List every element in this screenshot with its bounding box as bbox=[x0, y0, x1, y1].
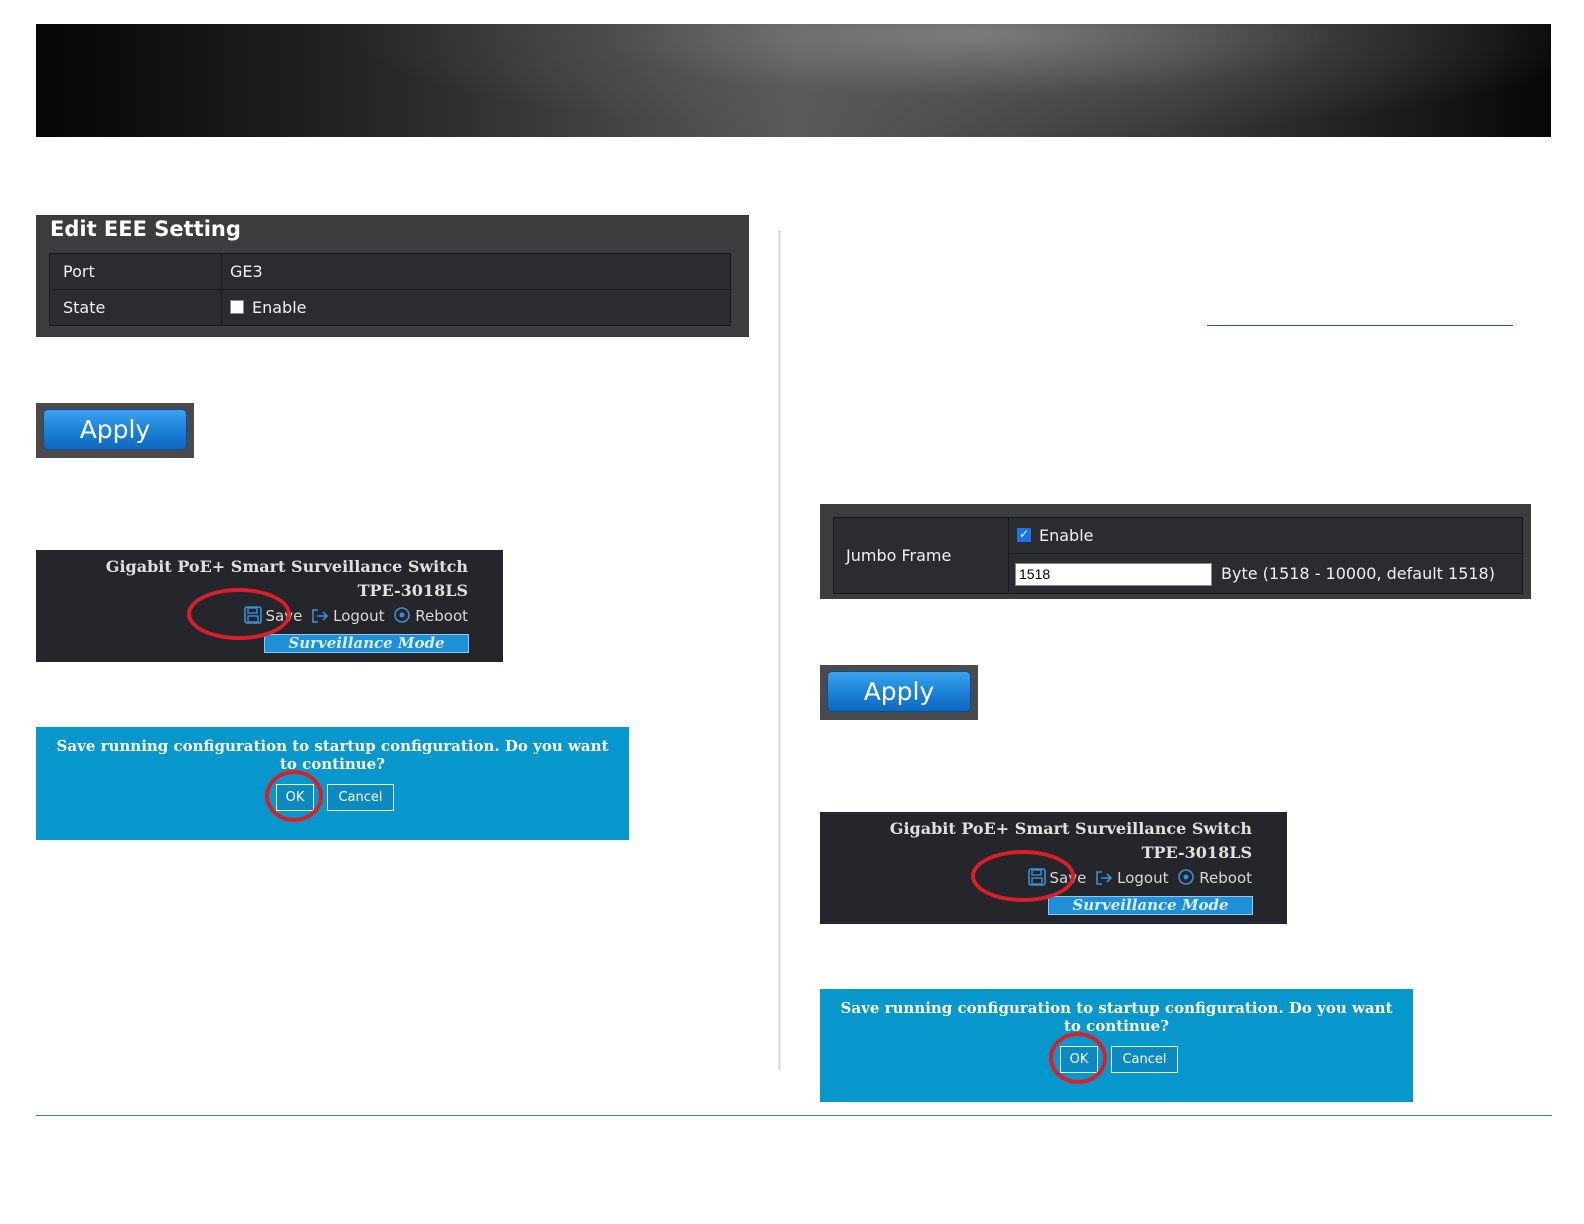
jumbo-enable-checkbox[interactable] bbox=[1017, 526, 1031, 542]
switch-model: TPE-3018LS bbox=[1141, 843, 1252, 862]
switch-model: TPE-3018LS bbox=[357, 581, 468, 600]
jumbo-size-hint: Byte (1518 - 10000, default 1518) bbox=[1221, 564, 1495, 583]
reboot-link[interactable]: Reboot bbox=[415, 607, 468, 625]
column-divider bbox=[778, 230, 781, 1070]
save-highlight-ring bbox=[971, 850, 1075, 902]
save-confirm-dialog-right: Save running configuration to startup co… bbox=[820, 989, 1413, 1102]
reboot-icon[interactable] bbox=[393, 606, 411, 628]
surveillance-mode-badge[interactable]: Surveillance Mode bbox=[264, 634, 469, 653]
logout-link[interactable]: Logout bbox=[333, 607, 384, 625]
state-enable-checkbox[interactable] bbox=[230, 300, 244, 314]
logout-link[interactable]: Logout bbox=[1117, 869, 1168, 887]
state-value: Enable bbox=[222, 290, 730, 325]
link-underline[interactable] bbox=[1207, 325, 1513, 326]
apply-button[interactable]: Apply bbox=[43, 409, 187, 450]
surveillance-mode-badge[interactable]: Surveillance Mode bbox=[1048, 896, 1253, 915]
jumbo-frame-label: Jumbo Frame bbox=[834, 518, 1009, 593]
logout-icon[interactable] bbox=[1095, 870, 1113, 890]
cancel-button[interactable]: Cancel bbox=[1111, 1046, 1178, 1073]
jumbo-enable-label: Enable bbox=[1039, 526, 1094, 545]
cancel-button[interactable]: Cancel bbox=[327, 784, 394, 811]
switch-title: Gigabit PoE+ Smart Surveillance Switch bbox=[889, 819, 1252, 838]
jumbo-frame-table: Jumbo Frame Enable 1518 Byte (1518 - 1000… bbox=[833, 517, 1523, 594]
logout-icon[interactable] bbox=[311, 608, 329, 628]
dialog-message: Save running configuration to startup co… bbox=[56, 737, 609, 773]
switch-header-left: Gigabit PoE+ Smart Surveillance Switch T… bbox=[36, 550, 503, 662]
reboot-icon[interactable] bbox=[1177, 868, 1195, 890]
eee-state-row: State Enable bbox=[50, 290, 730, 325]
state-enable-label: Enable bbox=[252, 298, 307, 317]
apply-button-frame-left: Apply bbox=[36, 403, 194, 458]
eee-panel-title: Edit EEE Setting bbox=[50, 217, 241, 241]
state-label: State bbox=[50, 290, 222, 325]
apply-button[interactable]: Apply bbox=[827, 671, 971, 712]
footer-divider bbox=[36, 1115, 1552, 1116]
save-highlight-ring bbox=[187, 588, 291, 640]
reboot-link[interactable]: Reboot bbox=[1199, 869, 1252, 887]
jumbo-enable-row: Enable bbox=[1009, 518, 1522, 554]
port-label: Port bbox=[50, 254, 222, 289]
ok-highlight-ring bbox=[265, 770, 323, 822]
jumbo-size-row: 1518 Byte (1518 - 10000, default 1518) bbox=[1009, 554, 1522, 593]
header-banner bbox=[36, 24, 1551, 137]
save-confirm-dialog-left: Save running configuration to startup co… bbox=[36, 727, 629, 840]
ok-highlight-ring bbox=[1049, 1032, 1107, 1084]
dialog-message: Save running configuration to startup co… bbox=[840, 999, 1393, 1035]
eee-setting-table: Port GE3 State Enable bbox=[49, 253, 731, 326]
apply-button-frame-right: Apply bbox=[820, 665, 978, 720]
port-value: GE3 bbox=[230, 262, 263, 281]
switch-header-right: Gigabit PoE+ Smart Surveillance Switch T… bbox=[820, 812, 1287, 924]
switch-title: Gigabit PoE+ Smart Surveillance Switch bbox=[105, 557, 468, 576]
eee-port-row: Port GE3 bbox=[50, 254, 730, 290]
jumbo-size-input[interactable]: 1518 bbox=[1015, 563, 1212, 586]
